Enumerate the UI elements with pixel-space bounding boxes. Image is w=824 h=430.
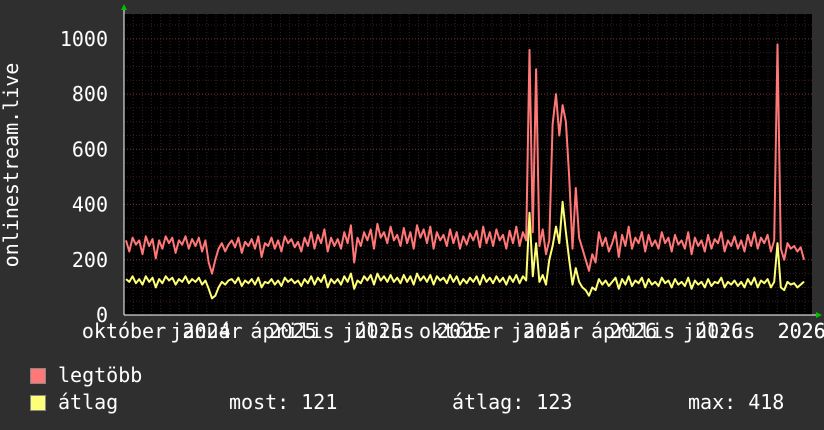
x-tick-label: 2025 bbox=[437, 319, 485, 343]
legend-swatch-max bbox=[30, 368, 46, 384]
y-axis-label: onlinestream.live bbox=[0, 63, 23, 268]
y-axis-arrow bbox=[121, 4, 127, 10]
x-tick-label: 2026 bbox=[695, 319, 743, 343]
line-chart: 02004006008001000október január április júl… bbox=[0, 4, 824, 343]
stat-average: átlag: 123 bbox=[452, 390, 573, 414]
legend-label-avg: átlag bbox=[58, 390, 119, 414]
y-tick-label: 200 bbox=[72, 248, 108, 272]
y-tick-label: 800 bbox=[72, 82, 108, 106]
x-axis-arrow bbox=[816, 312, 822, 318]
y-tick-label: 400 bbox=[72, 193, 108, 217]
x-tick-label: 2024 bbox=[182, 319, 230, 343]
y-tick-label: 1000 bbox=[60, 27, 108, 51]
x-tick-label: 2025 bbox=[268, 319, 316, 343]
stat-maximum: max: 418 bbox=[688, 390, 785, 414]
plot-area bbox=[124, 14, 812, 315]
legend-swatch-avg bbox=[30, 395, 46, 411]
x-tick-label: október bbox=[82, 319, 166, 343]
y-tick-label: 600 bbox=[72, 137, 108, 161]
x-tick-label: 2025 bbox=[354, 319, 402, 343]
x-tick-label: 2026 bbox=[778, 319, 824, 343]
x-tick-label: 2026 bbox=[609, 319, 657, 343]
legend-label-max: legtöbb bbox=[58, 363, 143, 387]
x-tick-label: 2025 bbox=[523, 319, 571, 343]
stat-current: most: 121 bbox=[229, 390, 338, 414]
